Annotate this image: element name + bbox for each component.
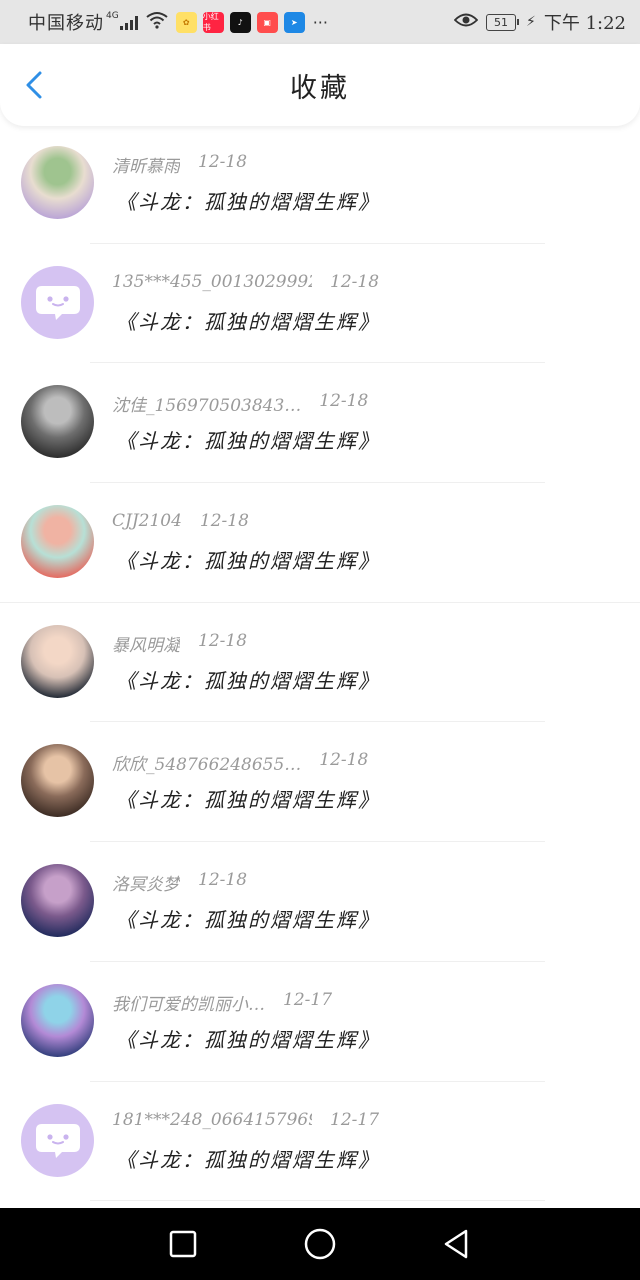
user-avatar[interactable]	[21, 385, 94, 459]
status-bar: 中国移动 4G ✿ 小红书 ♪ ▣ ➤ ··· 51 ⚡ 下午 1:22	[0, 0, 640, 44]
signal-icon	[119, 14, 138, 30]
network-type: 4G	[106, 11, 119, 21]
back-button[interactable]	[20, 70, 50, 100]
item-title[interactable]: 《斗龙：孤独的熠熠生辉》	[116, 665, 380, 694]
username[interactable]: CJJ2104	[112, 511, 182, 531]
item-meta: 洛冥炎梦 12-18	[112, 870, 247, 895]
carrier-name: 中国移动	[28, 13, 104, 34]
default-avatar-icon[interactable]	[21, 265, 94, 339]
item-meta: 欣欣_548766248655… 12-18	[112, 750, 368, 775]
item-meta: 135***455_0013029992 12-18	[112, 272, 379, 292]
wifi-icon	[146, 11, 168, 34]
item-meta: 暴风明凝 12-18	[112, 631, 247, 656]
item-meta: 清昕慕雨 12-18	[112, 152, 247, 177]
favorite-list-item[interactable]: 沈佳_156970503843… 12-18 《斗龙：孤独的熠熠生辉》	[0, 363, 640, 484]
divider	[90, 1200, 545, 1202]
item-meta: 沈佳_156970503843… 12-18	[112, 391, 368, 416]
header: 收藏	[0, 44, 640, 126]
user-avatar[interactable]	[21, 624, 94, 698]
home-button[interactable]	[302, 1226, 338, 1262]
item-title[interactable]: 《斗龙：孤独的熠熠生辉》	[116, 425, 380, 454]
username[interactable]: 135***455_0013029992	[112, 272, 312, 292]
tiktok-icon: ♪	[229, 11, 251, 33]
username[interactable]: 沈佳_156970503843…	[112, 391, 301, 416]
system-nav-bar	[0, 1208, 640, 1280]
favorite-list-item[interactable]: 洛冥炎梦 12-18 《斗龙：孤独的熠熠生辉》	[0, 842, 640, 962]
user-avatar[interactable]	[21, 505, 94, 579]
date-label: 12-17	[330, 1109, 380, 1130]
battery-icon: 51	[486, 13, 519, 31]
item-title[interactable]: 《斗龙：孤独的熠熠生辉》	[116, 306, 380, 335]
item-meta: CJJ2104 12-18	[112, 511, 249, 531]
item-meta: 181***248_0664157969 12-17	[112, 1110, 379, 1130]
battery-level: 51	[494, 15, 508, 29]
username[interactable]: 清昕慕雨	[112, 152, 180, 177]
date-label: 12-17	[283, 989, 333, 1010]
item-title[interactable]: 《斗龙：孤独的熠熠生辉》	[116, 1144, 380, 1173]
clock: 下午 1:22	[543, 13, 626, 34]
date-label: 12-18	[330, 271, 380, 292]
date-label: 12-18	[199, 511, 249, 532]
username[interactable]: 欣欣_548766248655…	[112, 750, 301, 775]
date-label: 12-18	[319, 750, 369, 771]
date-label: 12-18	[198, 870, 248, 891]
favorite-list-item[interactable]: CJJ2104 12-18 《斗龙：孤独的熠熠生辉》	[0, 483, 640, 603]
username[interactable]: 洛冥炎梦	[112, 870, 180, 895]
favorites-list: 清昕慕雨 12-18 《斗龙：孤独的熠熠生辉》 135***455_001302999…	[0, 124, 640, 1202]
item-title[interactable]: 《斗龙：孤独的熠熠生辉》	[116, 784, 380, 813]
xiaohongshu-icon: 小红书	[202, 11, 224, 33]
notification-app-icons: ✿ 小红书 ♪ ▣ ➤	[175, 11, 305, 33]
back-nav-button[interactable]	[438, 1226, 474, 1262]
username[interactable]: 我们可爱的凯丽小…	[112, 990, 265, 1015]
item-title[interactable]: 《斗龙：孤独的熠熠生辉》	[116, 904, 380, 933]
item-title[interactable]: 《斗龙：孤独的熠熠生辉》	[116, 1024, 380, 1053]
date-label: 12-18	[198, 630, 248, 651]
favorite-list-item[interactable]: 135***455_0013029992 12-18 《斗龙：孤独的熠熠生辉》	[0, 244, 640, 364]
favorite-list-item[interactable]: 181***248_0664157969 12-17 《斗龙：孤独的熠熠生辉》	[0, 1082, 640, 1202]
recent-apps-button[interactable]	[165, 1226, 201, 1262]
eye-comfort-icon	[453, 12, 479, 33]
item-title[interactable]: 《斗龙：孤独的熠熠生辉》	[116, 186, 380, 215]
date-label: 12-18	[198, 152, 248, 172]
default-avatar-icon[interactable]	[21, 1103, 94, 1177]
more-notifications-icon: ···	[312, 12, 328, 32]
username[interactable]: 暴风明凝	[112, 631, 180, 656]
date-label: 12-18	[319, 391, 369, 412]
user-avatar[interactable]	[21, 146, 94, 219]
bird-app-icon: ✿	[175, 11, 197, 33]
favorite-list-item[interactable]: 清昕慕雨 12-18 《斗龙：孤独的熠熠生辉》	[0, 124, 640, 244]
charging-icon: ⚡	[526, 14, 536, 30]
user-avatar[interactable]	[21, 864, 94, 938]
favorite-list-item[interactable]: 欣欣_548766248655… 12-18 《斗龙：孤独的熠熠生辉》	[0, 722, 640, 843]
user-avatar[interactable]	[21, 983, 94, 1057]
username[interactable]: 181***248_0664157969	[112, 1110, 312, 1130]
favorite-list-item[interactable]: 我们可爱的凯丽小… 12-17 《斗龙：孤独的熠熠生辉》	[0, 962, 640, 1082]
favorite-list-item[interactable]: 暴风明凝 12-18 《斗龙：孤独的熠熠生辉》	[0, 603, 640, 723]
item-meta: 我们可爱的凯丽小… 12-17	[112, 990, 332, 1015]
blue-app-icon: ➤	[283, 11, 305, 33]
item-title[interactable]: 《斗龙：孤独的熠熠生辉》	[116, 545, 380, 574]
page-title: 收藏	[290, 72, 350, 104]
user-avatar[interactable]	[21, 744, 94, 818]
gift-app-icon: ▣	[256, 11, 278, 33]
